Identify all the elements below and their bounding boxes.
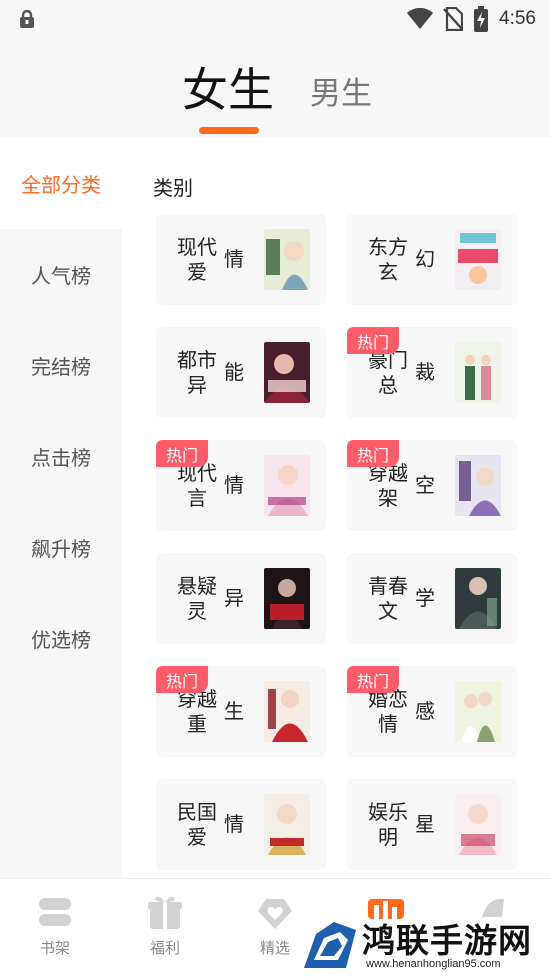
- no-sim-icon: [443, 7, 464, 31]
- category-card-marriage-love[interactable]: 婚恋情感 热门: [347, 666, 517, 757]
- sidebar-item-label: 人气榜: [31, 264, 91, 288]
- nav-featured[interactable]: 精选: [245, 893, 305, 963]
- category-label: 现代爱情: [177, 234, 244, 284]
- category-card-youth-literature[interactable]: 青春文学: [347, 553, 517, 644]
- hot-badge: 热门: [347, 666, 399, 693]
- category-content: 类别 现代爱情 东方玄幻 都市异能 豪门总裁 热门 现代言情 热门 穿越架 空 …: [122, 138, 550, 878]
- sidebar-item-rising[interactable]: 飙升榜: [0, 502, 122, 593]
- category-card-urban-powers[interactable]: 都市异能: [156, 327, 326, 418]
- cover-wedding-couple: [455, 681, 501, 742]
- hot-badge: 热门: [347, 440, 399, 467]
- sidebar-item-label: 飙升榜: [31, 537, 91, 561]
- category-label: 娱乐明星: [368, 799, 435, 849]
- status-icons: 4:56: [407, 6, 536, 32]
- watermark: 鸿联手游网 www.henanhonglian95.com: [300, 912, 550, 974]
- nav-label: 福利: [149, 939, 180, 957]
- battery-charging-icon: [474, 6, 489, 32]
- hot-badge: 热门: [347, 327, 399, 354]
- category-label: 青春文学: [368, 573, 435, 623]
- gift-icon: [148, 896, 182, 929]
- sidebar-item-label: 优选榜: [31, 628, 91, 652]
- category-card-rich-ceo[interactable]: 豪门总裁 热门: [347, 327, 517, 418]
- sidebar-item-label: 完结榜: [31, 355, 91, 379]
- category-label: 悬疑灵异: [177, 573, 244, 623]
- status-bar: 4:56: [0, 0, 550, 38]
- sidebar-item-selected[interactable]: 优选榜: [0, 593, 122, 684]
- cover-star-girl: [455, 794, 501, 855]
- tab-male[interactable]: 男生: [310, 74, 372, 114]
- category-label: 东方玄幻: [368, 234, 435, 284]
- cover-dark-romance: [264, 342, 310, 403]
- category-card-modern-romance[interactable]: 现代言情 热门: [156, 440, 326, 531]
- cover-pregnant-bride: [264, 455, 310, 516]
- cover-republic-lady: [264, 794, 310, 855]
- category-card-rebirth[interactable]: 穿越重生 热门: [156, 666, 326, 757]
- cover-red-dress: [264, 681, 310, 742]
- category-card-republic-love[interactable]: 民国爱情: [156, 779, 326, 870]
- sidebar-item-completed[interactable]: 完结榜: [0, 320, 122, 411]
- sidebar-item-clicks[interactable]: 点击榜: [0, 411, 122, 502]
- sidebar-item-popular[interactable]: 人气榜: [0, 229, 122, 320]
- section-title: 类别: [153, 176, 193, 200]
- category-label: 民国爱情: [177, 799, 244, 849]
- sidebar-item-label: 点击榜: [31, 446, 91, 470]
- sidebar-item-all-categories[interactable]: 全部分类: [0, 138, 122, 229]
- nav-label: 精选: [259, 939, 290, 957]
- cover-couple-marriage: [455, 342, 501, 403]
- status-time: 4:56: [499, 8, 536, 29]
- nav-bookshelf[interactable]: 书架: [25, 893, 85, 963]
- cover-ghost-marriage: [264, 568, 310, 629]
- gender-tabs: 女生 男生: [0, 38, 550, 138]
- hot-badge: 热门: [156, 440, 208, 467]
- cover-young-man: [455, 568, 501, 629]
- category-card-mystery[interactable]: 悬疑灵异: [156, 553, 326, 644]
- cover-ancient-couple: [455, 455, 501, 516]
- watermark-logo: [304, 922, 356, 968]
- tab-female[interactable]: 女生: [182, 62, 274, 118]
- watermark-brand: 鸿联手游网: [362, 921, 532, 960]
- category-card-modern-love[interactable]: 现代爱情: [156, 214, 326, 305]
- category-label: 都市异能: [177, 347, 244, 397]
- category-card-time-travel[interactable]: 穿越架空 热门: [347, 440, 517, 531]
- nav-benefits[interactable]: 福利: [135, 893, 195, 963]
- wifi-icon: [407, 8, 434, 29]
- active-tab-indicator: [199, 127, 259, 134]
- sidebar-item-label: 全部分类: [21, 173, 101, 197]
- hot-badge: 热门: [156, 666, 208, 693]
- bookshelf-icon: [39, 898, 71, 926]
- category-card-entertainment-star[interactable]: 娱乐明星: [347, 779, 517, 870]
- nav-label: 书架: [39, 939, 70, 957]
- category-card-eastern-fantasy[interactable]: 东方玄幻: [347, 214, 517, 305]
- sidebar: 全部分类 人气榜 完结榜 点击榜 飙升榜 优选榜: [0, 138, 122, 878]
- lock-icon: [20, 10, 34, 28]
- cover-countryside-girl: [264, 229, 310, 290]
- cover-villain-wedding: [455, 229, 501, 290]
- watermark-url: www.henanhonglian95.com: [366, 958, 501, 970]
- heart-diamond-icon: [258, 899, 292, 929]
